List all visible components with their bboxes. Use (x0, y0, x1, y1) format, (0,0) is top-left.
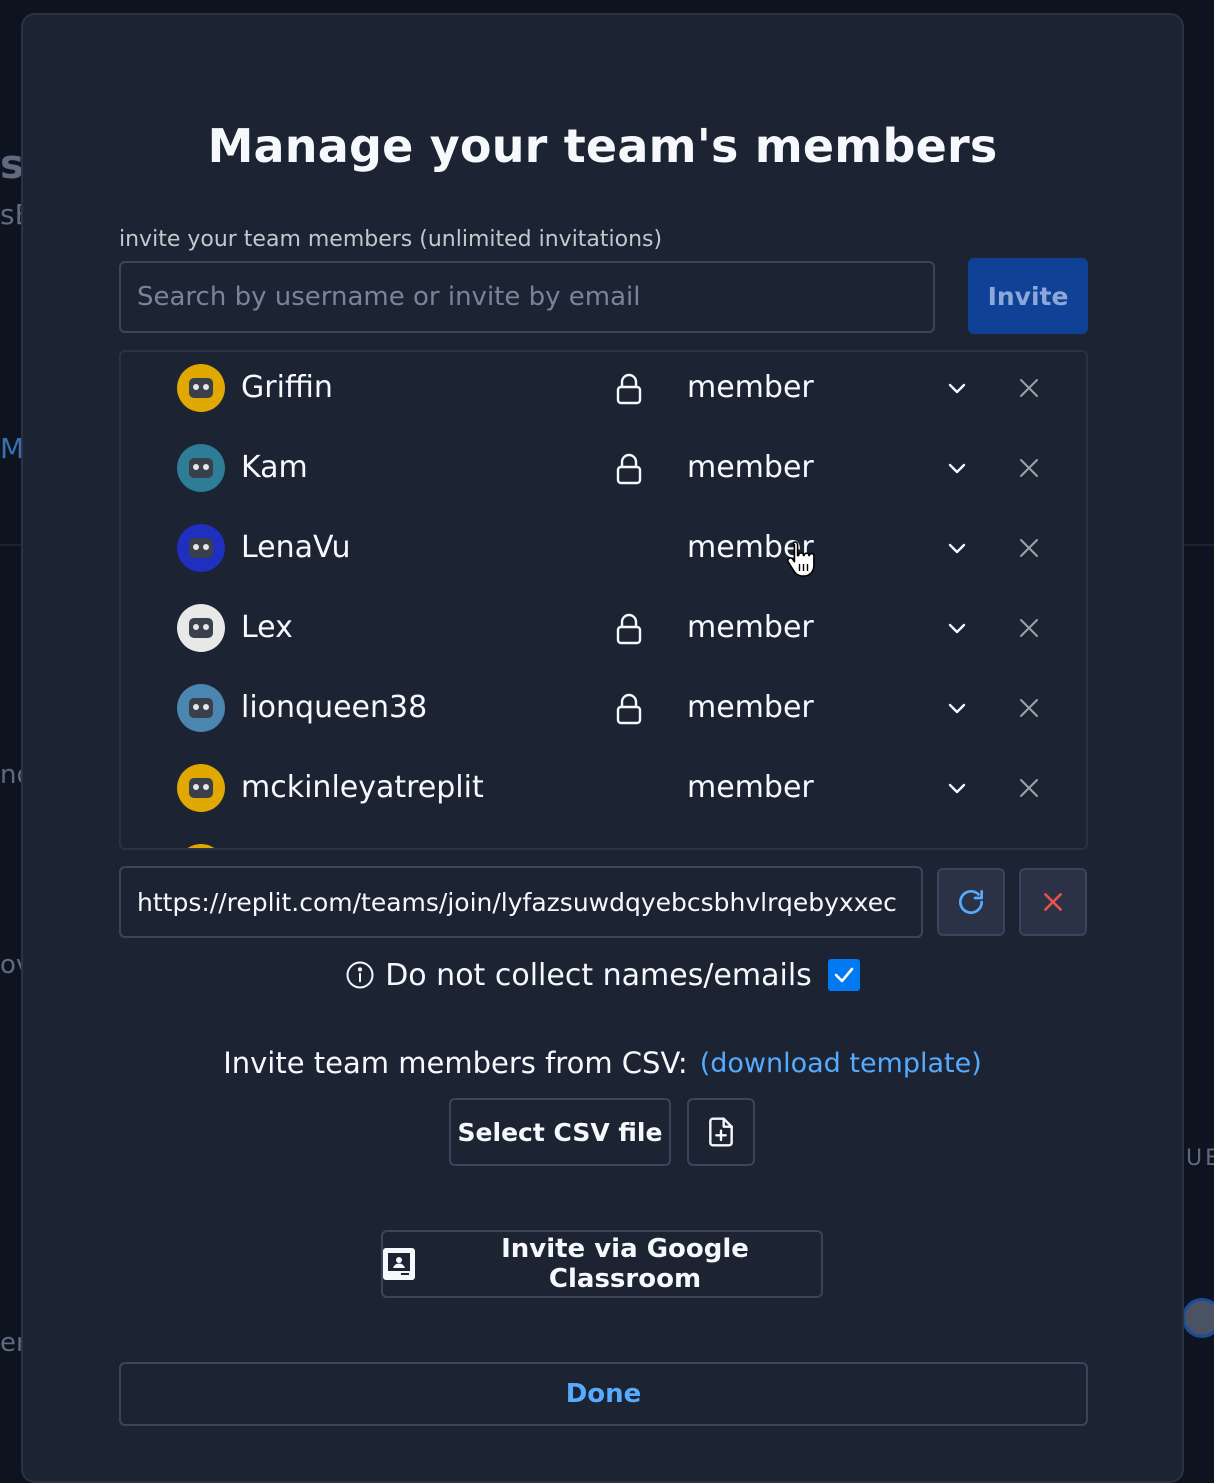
member-role-select[interactable]: member (687, 428, 814, 508)
avatar (177, 844, 225, 850)
member-username: Nick (241, 828, 306, 850)
member-row: Lex member (121, 588, 1086, 668)
manage-members-modal: Manage your team's members invite your t… (21, 13, 1184, 1483)
invite-button[interactable]: Invite (968, 258, 1088, 334)
remove-member-icon[interactable] (1017, 696, 1041, 720)
lock-icon (615, 372, 643, 406)
backdrop-toggle (1182, 1298, 1214, 1338)
member-role-select[interactable]: member (687, 588, 814, 668)
lock-icon (615, 612, 643, 646)
chevron-down-icon[interactable] (945, 456, 969, 480)
lock-icon (615, 692, 643, 726)
download-template-link[interactable]: (download template) (700, 1048, 982, 1079)
member-row: Kam member (121, 428, 1086, 508)
member-username: Griffin (241, 350, 333, 428)
checkmark-icon (832, 963, 856, 987)
member-row: mckinleyatreplit member (121, 748, 1086, 828)
google-classroom-button[interactable]: Invite via Google Classroom (381, 1230, 823, 1298)
member-username: Lex (241, 588, 293, 668)
invite-link-field[interactable] (119, 866, 923, 938)
member-username: LenaVu (241, 508, 351, 588)
member-role-select[interactable]: member (687, 668, 814, 748)
invite-label: invite your team members (unlimited invi… (119, 227, 662, 252)
chevron-down-icon[interactable] (945, 536, 969, 560)
chevron-down-icon[interactable] (945, 376, 969, 400)
chevron-down-icon[interactable] (945, 696, 969, 720)
select-csv-button[interactable]: Select CSV file (449, 1098, 671, 1166)
remove-member-icon[interactable] (1017, 376, 1041, 400)
remove-member-icon[interactable] (1017, 616, 1041, 640)
search-input[interactable] (137, 282, 917, 312)
remove-member-icon[interactable] (1017, 536, 1041, 560)
avatar (177, 444, 225, 492)
lock-icon (615, 452, 643, 486)
member-role-select[interactable]: member (687, 508, 814, 588)
csv-label: Invite team members from CSV: (223, 1046, 687, 1080)
refresh-link-button[interactable] (937, 868, 1005, 936)
close-icon (1040, 889, 1066, 915)
backdrop-text: UE (1186, 1146, 1214, 1171)
member-role-select[interactable]: member (687, 350, 814, 428)
privacy-label: Do not collect names/emails (385, 958, 812, 993)
privacy-option: Do not collect names/emails (23, 955, 1182, 995)
google-classroom-icon (383, 1248, 415, 1280)
file-plus-icon (707, 1116, 735, 1148)
members-list[interactable]: Griffin member Kam member LenaVu member Lex mem… (119, 350, 1088, 850)
modal-title: Manage your team's members (23, 119, 1182, 173)
info-icon (345, 960, 375, 990)
avatar (177, 364, 225, 412)
member-role-select[interactable]: member (687, 828, 814, 850)
invite-link-input[interactable] (137, 888, 905, 917)
upload-csv-button[interactable] (687, 1098, 755, 1166)
member-username: mckinleyatreplit (241, 748, 484, 828)
member-username: Kam (241, 428, 308, 508)
refresh-icon (955, 886, 987, 918)
member-row: Griffin member (121, 350, 1086, 428)
backdrop-divider (0, 544, 22, 546)
member-row: Nick member (121, 828, 1086, 850)
avatar (177, 684, 225, 732)
google-classroom-label: Invite via Google Classroom (429, 1234, 821, 1294)
search-field[interactable] (119, 261, 935, 333)
remove-member-icon[interactable] (1017, 456, 1041, 480)
member-row: lionqueen38 member (121, 668, 1086, 748)
avatar (177, 764, 225, 812)
chevron-down-icon[interactable] (945, 616, 969, 640)
remove-member-icon[interactable] (1017, 776, 1041, 800)
privacy-checkbox[interactable] (828, 959, 860, 991)
backdrop-divider (1184, 544, 1214, 546)
revoke-link-button[interactable] (1019, 868, 1087, 936)
avatar (177, 524, 225, 572)
avatar (177, 604, 225, 652)
done-button[interactable]: Done (119, 1362, 1088, 1426)
member-row: LenaVu member (121, 508, 1086, 588)
csv-section: Invite team members from CSV: (download … (23, 1041, 1182, 1085)
member-role-select[interactable]: member (687, 748, 814, 828)
chevron-down-icon[interactable] (945, 776, 969, 800)
member-username: lionqueen38 (241, 668, 427, 748)
